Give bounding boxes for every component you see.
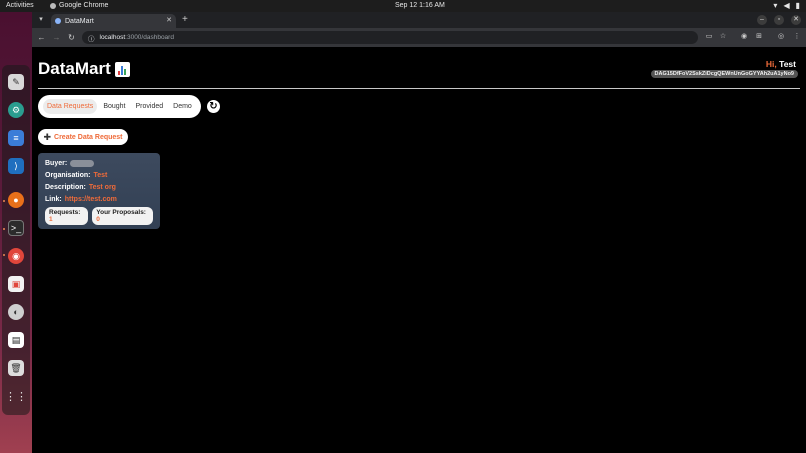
close-window-button[interactable]: ✕ — [791, 15, 801, 25]
description-value: Test org — [88, 183, 116, 191]
firefox-icon[interactable]: ● — [8, 192, 24, 208]
refresh-icon[interactable]: ↻ — [207, 100, 220, 113]
tab-bought[interactable]: Bought — [99, 99, 129, 114]
proposals-count: 0 — [96, 216, 100, 223]
tab-data-requests[interactable]: Data Requests — [43, 99, 98, 114]
buyer-label: Buyer: — [45, 159, 68, 167]
plus-icon: ✚ — [43, 131, 52, 142]
chrome-running-dot — [3, 254, 5, 256]
page-content: DataMart Hi, Test DAG15DfFoV2SskZiDcgQEW… — [32, 47, 806, 453]
new-tab-button[interactable]: + — [182, 14, 188, 25]
greeting-name: Test — [779, 59, 796, 69]
site-info-icon[interactable]: ⓘ — [88, 33, 95, 43]
chrome-tab-strip: ▾ DataMart ✕ + – ▫ ✕ — [32, 12, 806, 28]
proposals-chip: Your Proposals: 0 — [92, 207, 153, 225]
bar-chart-icon — [114, 61, 130, 77]
app-brand: DataMart — [38, 59, 130, 79]
bookmark-star-icon[interactable]: ☆ — [718, 32, 728, 42]
battery-icon: ▮ — [795, 1, 800, 10]
card-stats: Requests: 1 Your Proposals: 0 — [45, 207, 153, 225]
focused-app-indicator[interactable]: Google Chrome — [50, 2, 108, 9]
firefox-running-dot — [3, 200, 5, 202]
screenshot-tool-icon[interactable]: ✎ — [8, 74, 24, 90]
reload-button[interactable]: ↻ — [66, 32, 77, 43]
tab-close-icon[interactable]: ✕ — [166, 16, 172, 24]
terminal-icon[interactable]: >_ — [8, 220, 24, 236]
address-bar[interactable]: ⓘ localhost:3000/dashboard — [82, 31, 698, 44]
proposals-label: Your Proposals: — [96, 209, 146, 216]
system-clock[interactable]: Sep 12 1:16 AM — [395, 2, 445, 9]
cast-icon[interactable]: ▭ — [704, 32, 714, 42]
user-greeting: Hi, Test — [766, 59, 796, 69]
chrome-menu-icon[interactable]: ⋮ — [792, 32, 802, 42]
vscode-icon[interactable]: ⟩ — [8, 158, 24, 174]
maximize-window-button[interactable]: ▫ — [774, 15, 784, 25]
minimize-window-button[interactable]: – — [757, 15, 767, 25]
greeting-hi: Hi, — [765, 59, 777, 69]
organisation-row: Organisation: Test — [45, 171, 153, 179]
organisation-label: Organisation: — [45, 171, 91, 179]
system-tray[interactable]: ▾ ◀ ▮ — [773, 1, 800, 10]
profile-avatar-icon[interactable]: ◎ — [776, 32, 786, 42]
software-center-icon[interactable]: ▣ — [8, 276, 24, 292]
url-path: :3000/dashboard — [125, 34, 174, 41]
chrome-dock-icon[interactable]: ◉ — [8, 248, 24, 264]
description-row: Description: Test org — [45, 183, 153, 191]
description-label: Description: — [45, 183, 86, 191]
tab-favicon-icon — [55, 18, 61, 24]
header-divider — [38, 88, 800, 89]
extensions-icon[interactable]: ⊞ — [754, 32, 764, 42]
link-label: Link: — [45, 195, 62, 203]
requests-label: Requests: — [49, 209, 81, 216]
browser-tab-datamart[interactable]: DataMart ✕ — [51, 14, 176, 28]
url-host: localhost — [99, 34, 126, 41]
buyer-value-badge — [70, 159, 95, 167]
terminal-running-dot — [3, 228, 5, 230]
forward-button[interactable]: → — [51, 32, 62, 43]
chrome-icon — [50, 2, 56, 9]
wallet-address-badge[interactable]: DAG15DfFoV2SskZiDcgQEWnUnGoGYYAh2uA1yNo9 — [650, 70, 798, 78]
tab-provided[interactable]: Provided — [132, 99, 168, 114]
activities-button[interactable]: Activities — [6, 2, 34, 9]
text-editor-icon[interactable]: ≡ — [8, 130, 24, 146]
create-data-request-label: Create Data Request — [54, 133, 123, 141]
app-title: DataMart — [38, 59, 111, 78]
nav-tabs: Data Requests Bought Provided Demo — [38, 95, 201, 118]
buyer-row: Buyer: — [45, 159, 153, 167]
create-data-request-button[interactable]: ✚ Create Data Request — [38, 129, 128, 145]
data-request-card[interactable]: Buyer: Organisation: Test Description: T… — [38, 153, 160, 229]
disk-utility-icon[interactable]: ◐ — [8, 304, 24, 320]
show-apps-icon[interactable]: ⋮⋮ — [5, 388, 27, 404]
trash-icon[interactable]: 🗑 — [8, 360, 24, 376]
settings-app-icon[interactable]: ⚙ — [8, 102, 24, 118]
tab-search-button[interactable]: ▾ — [36, 15, 46, 25]
dock: ✎ ⚙ ≡ ⟩ ● >_ ◉ ▣ ◐ ▤ 🗑 ⋮⋮ — [0, 12, 32, 453]
sd-card-icon[interactable]: ▤ — [8, 332, 24, 348]
network-icon: ▾ — [773, 1, 778, 10]
tab-demo[interactable]: Demo — [169, 99, 196, 114]
link-value[interactable]: https://test.com — [65, 196, 117, 203]
system-top-bar: Activities Google Chrome Sep 12 1:16 AM … — [0, 0, 806, 12]
requests-chip: Requests: 1 — [45, 207, 89, 225]
requests-count: 1 — [49, 216, 53, 223]
browser-tab-title: DataMart — [65, 17, 94, 25]
link-row: Link: https://test.com — [45, 195, 153, 203]
back-button[interactable]: ← — [36, 32, 47, 43]
volume-icon: ◀ — [783, 1, 790, 10]
organisation-value: Test — [93, 171, 108, 179]
focused-app-name: Google Chrome — [59, 2, 109, 9]
chrome-toolbar: ← → ↻ ⓘ localhost:3000/dashboard ▭ ☆ ◉ ⊞… — [32, 28, 806, 47]
profile-extension-icon[interactable]: ◉ — [739, 32, 749, 42]
